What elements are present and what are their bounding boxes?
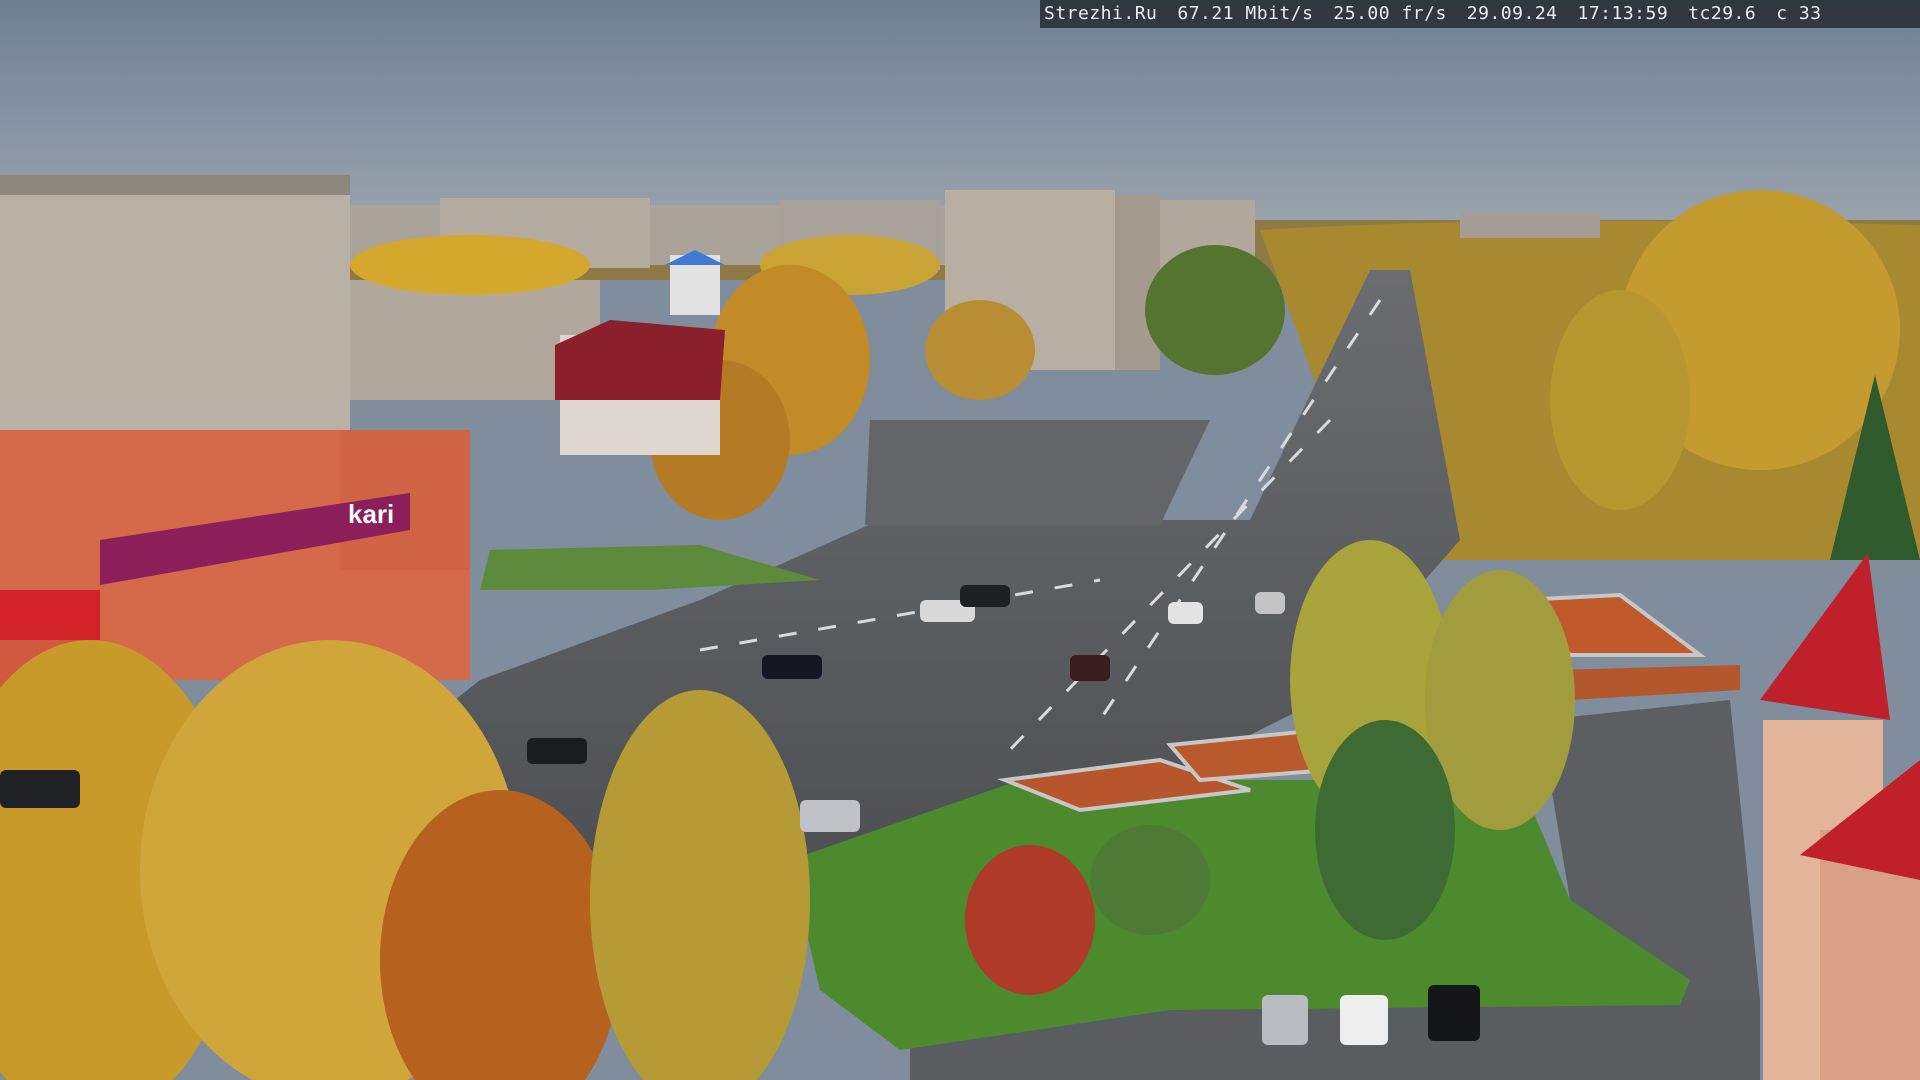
overlay-counter: c 33 [1776,3,1822,24]
car [1168,602,1203,624]
corner-building [1760,553,1920,1080]
overlay-date: 29.09.24 [1466,3,1558,24]
car [0,770,80,808]
overlay-temperature: tc29.6 [1688,3,1757,24]
car [800,800,860,832]
plaza [865,420,1210,525]
overlay-time: 17:13:59 [1577,3,1669,24]
car [1262,995,1308,1045]
overlay-bitrate: 67.21 Mbit/s [1177,3,1314,24]
car [1255,592,1285,614]
car [527,738,587,764]
car [1340,995,1388,1045]
car [960,585,1010,607]
store-brand-sign: kari [348,499,394,529]
camera-overlay-bar: Strezhi.Ru 67.21 Mbit/s 25.00 fr/s 29.09.24… [1040,0,1920,28]
car [1428,985,1480,1041]
overlay-site: Strezhi.Ru [1044,3,1158,24]
car [1070,655,1110,681]
overlay-framerate: 25.00 fr/s [1333,3,1447,24]
webcam-scene: kari [0,0,1920,1080]
car [762,655,822,679]
